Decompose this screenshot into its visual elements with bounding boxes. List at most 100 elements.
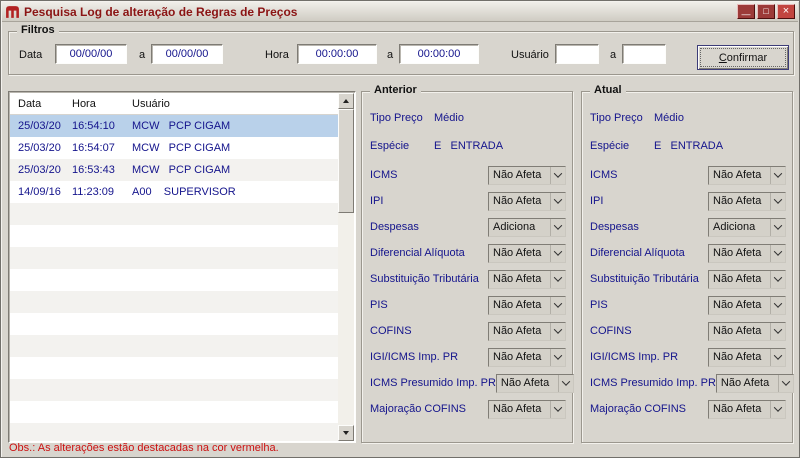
- field-label: ICMS: [590, 169, 618, 181]
- anterior-pis-dropdown[interactable]: Não Afeta: [488, 295, 566, 315]
- cell-hora: 16:54:07: [72, 142, 115, 154]
- cell-data: [18, 335, 72, 357]
- scroll-thumb[interactable]: [338, 109, 354, 213]
- log-table-body: 25/03/20 16:54:10 MCW PCP CIGAM 25/03/20…: [10, 115, 338, 441]
- chevron-down-icon: [770, 166, 785, 184]
- scroll-down-button[interactable]: [338, 425, 354, 441]
- table-row: [10, 335, 338, 357]
- cell-data: [18, 203, 72, 225]
- field-row: IGI/ICMS Imp. PR Não Afeta: [362, 344, 572, 370]
- cell-data: 25/03/20: [18, 142, 61, 154]
- column-header-hora: Hora: [72, 98, 96, 110]
- table-row: [10, 423, 338, 441]
- cell-hora: [72, 423, 132, 441]
- anterior-majora-o-cofins-dropdown[interactable]: Não Afeta: [488, 399, 566, 419]
- table-row: [10, 313, 338, 335]
- data-from-input[interactable]: [55, 44, 127, 64]
- cell-data: [18, 269, 72, 291]
- cell-data: [18, 401, 72, 423]
- chevron-down-icon: [550, 348, 565, 366]
- usuario-from-input[interactable]: [555, 44, 599, 64]
- usuario-to-input[interactable]: [622, 44, 666, 64]
- data-a-label: a: [139, 49, 146, 61]
- cell-data: 25/03/20: [18, 120, 61, 132]
- anterior-icms-presumido-imp-pr-dropdown[interactable]: Não Afeta: [495, 373, 574, 393]
- table-row: [10, 357, 338, 379]
- cell-hora: [72, 247, 132, 269]
- table-row[interactable]: 14/09/16 11:23:09 A00 SUPERVISOR: [10, 181, 338, 203]
- anterior-substitui-o-tribut-ria-dropdown[interactable]: Não Afeta: [488, 269, 566, 289]
- cell-usuario: [132, 269, 338, 291]
- especie-value: E ENTRADA: [654, 140, 724, 152]
- field-row: PIS Não Afeta: [582, 292, 792, 318]
- table-row: [10, 401, 338, 423]
- cell-data: [18, 291, 72, 313]
- anterior-cofins-dropdown[interactable]: Não Afeta: [488, 321, 566, 341]
- cell-data: [18, 225, 72, 247]
- window: Pesquisa Log de alteração de Regras de P…: [0, 0, 800, 458]
- column-header-usuario: Usuário: [132, 98, 170, 110]
- cell-usuario: [132, 379, 338, 401]
- field-row: Substituição Tributária Não Afeta: [582, 266, 792, 292]
- field-row: PIS Não Afeta: [362, 292, 572, 318]
- table-row: [10, 269, 338, 291]
- atual-despesas-dropdown[interactable]: Adiciona: [708, 217, 786, 237]
- maximize-button[interactable]: □: [757, 4, 775, 19]
- anterior-ipi-dropdown[interactable]: Não Afeta: [488, 191, 566, 211]
- field-label: PIS: [590, 299, 608, 311]
- table-row[interactable]: 25/03/20 16:54:07 MCW PCP CIGAM: [10, 137, 338, 159]
- confirm-button[interactable]: Confirmar: [697, 45, 789, 70]
- atual-diferencial-al-quota-dropdown[interactable]: Não Afeta: [708, 243, 786, 263]
- atual-ipi-dropdown[interactable]: Não Afeta: [708, 191, 786, 211]
- table-row[interactable]: 25/03/20 16:53:43 MCW PCP CIGAM: [10, 159, 338, 181]
- anterior-igi-icms-imp-pr-dropdown[interactable]: Não Afeta: [488, 347, 566, 367]
- cell-data: [18, 379, 72, 401]
- minimize-button[interactable]: —: [737, 4, 755, 19]
- field-row: ICMS Presumido Imp. PR Não Afeta: [582, 370, 794, 396]
- atual-cofins-dropdown[interactable]: Não Afeta: [708, 321, 786, 341]
- especie-label: Espécie: [370, 140, 410, 152]
- hora-to-input[interactable]: [399, 44, 479, 64]
- cell-usuario: [132, 291, 338, 313]
- chevron-down-icon: [550, 400, 565, 418]
- field-row: ICMS Não Afeta: [582, 162, 792, 188]
- atual-substitui-o-tribut-ria-dropdown[interactable]: Não Afeta: [708, 269, 786, 289]
- chevron-down-icon: [550, 270, 565, 288]
- tipo-preco-label: Tipo Preço: [590, 112, 643, 124]
- scrollbar[interactable]: [338, 93, 354, 441]
- data-to-input[interactable]: [151, 44, 223, 64]
- field-row: COFINS Não Afeta: [582, 318, 792, 344]
- cell-usuario: [132, 401, 338, 423]
- field-row: Substituição Tributária Não Afeta: [362, 266, 572, 292]
- field-label: IPI: [590, 195, 604, 207]
- cell-hora: [72, 269, 132, 291]
- anterior-icms-dropdown[interactable]: Não Afeta: [488, 165, 566, 185]
- arrow-up-icon: [343, 99, 349, 103]
- app-icon: [6, 6, 19, 18]
- close-button[interactable]: ×: [777, 4, 795, 19]
- table-row: [10, 291, 338, 313]
- field-row: Diferencial Alíquota Não Afeta: [362, 240, 572, 266]
- table-row: [10, 247, 338, 269]
- atual-icms-dropdown[interactable]: Não Afeta: [708, 165, 786, 185]
- cell-hora: [72, 357, 132, 379]
- chevron-down-icon: [550, 218, 565, 236]
- atual-majora-o-cofins-dropdown[interactable]: Não Afeta: [708, 399, 786, 419]
- cell-usuario: A00 SUPERVISOR: [132, 186, 236, 198]
- chevron-down-icon: [770, 348, 785, 366]
- table-row[interactable]: 25/03/20 16:54:10 MCW PCP CIGAM: [10, 115, 338, 137]
- cell-usuario: MCW PCP CIGAM: [132, 120, 231, 132]
- atual-igi-icms-imp-pr-dropdown[interactable]: Não Afeta: [708, 347, 786, 367]
- atual-pis-dropdown[interactable]: Não Afeta: [708, 295, 786, 315]
- field-label: Despesas: [370, 221, 419, 233]
- scroll-up-button[interactable]: [338, 93, 354, 109]
- anterior-diferencial-al-quota-dropdown[interactable]: Não Afeta: [488, 243, 566, 263]
- cell-hora: [72, 313, 132, 335]
- hora-from-input[interactable]: [297, 44, 377, 64]
- log-table-header: Data Hora Usuário: [10, 93, 338, 115]
- cell-data: [18, 357, 72, 379]
- data-label: Data: [19, 49, 43, 61]
- anterior-despesas-dropdown[interactable]: Adiciona: [488, 217, 566, 237]
- atual-icms-presumido-imp-pr-dropdown[interactable]: Não Afeta: [715, 373, 794, 393]
- detail-panels: Anterior Tipo Preço Médio Espécie E ENTR…: [361, 84, 794, 443]
